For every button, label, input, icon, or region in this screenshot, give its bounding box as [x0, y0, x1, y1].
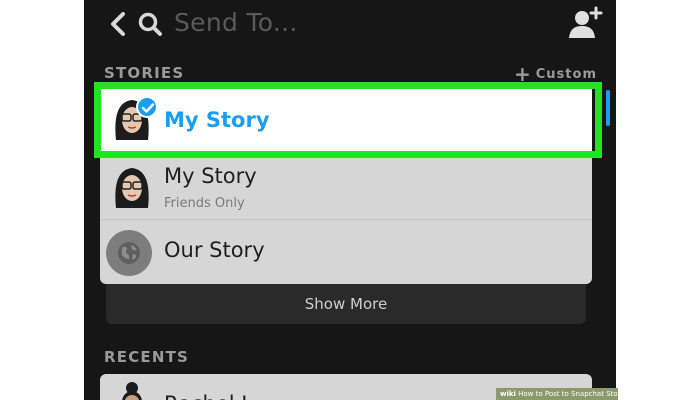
bitmoji-avatar — [110, 164, 154, 212]
scrollbar-thumb[interactable] — [606, 90, 610, 126]
story-item-title: My Story — [164, 164, 257, 188]
custom-label: Custom — [535, 66, 597, 82]
globe-icon — [106, 230, 152, 276]
search-icon — [138, 10, 164, 38]
story-item-my-story-selected[interactable]: My Story — [100, 84, 592, 154]
story-item-subtitle: Friends Only — [164, 196, 245, 211]
bitmoji-avatar — [110, 380, 154, 400]
custom-story-button[interactable]: + Custom — [514, 64, 597, 84]
recent-item-title: Rachel L. — [164, 392, 260, 400]
add-friend-icon[interactable] — [568, 6, 604, 40]
stories-list: My Story My Story Friends Only Our Story — [100, 84, 592, 284]
story-item-my-story-friends-only[interactable]: My Story Friends Only — [100, 154, 592, 220]
check-icon — [136, 96, 158, 118]
plus-icon: + — [514, 62, 532, 86]
back-icon[interactable] — [108, 10, 128, 38]
story-item-our-story[interactable]: Our Story — [100, 220, 592, 284]
watermark-text: How to Post to Snapchat Stories — [518, 390, 618, 398]
stories-section-title: STORIES — [104, 64, 185, 82]
story-item-title: Our Story — [164, 238, 265, 262]
search-input[interactable]: Send To... — [174, 6, 298, 40]
watermark: wiki How to Post to Snapchat Stories — [496, 388, 618, 400]
show-more-button[interactable]: Show More — [106, 284, 586, 324]
send-to-screen: Send To... STORIES + Custom My Story My … — [84, 0, 616, 400]
story-item-title: My Story — [164, 108, 270, 132]
watermark-brand: wiki — [500, 390, 516, 398]
recents-section-title: RECENTS — [104, 348, 190, 366]
